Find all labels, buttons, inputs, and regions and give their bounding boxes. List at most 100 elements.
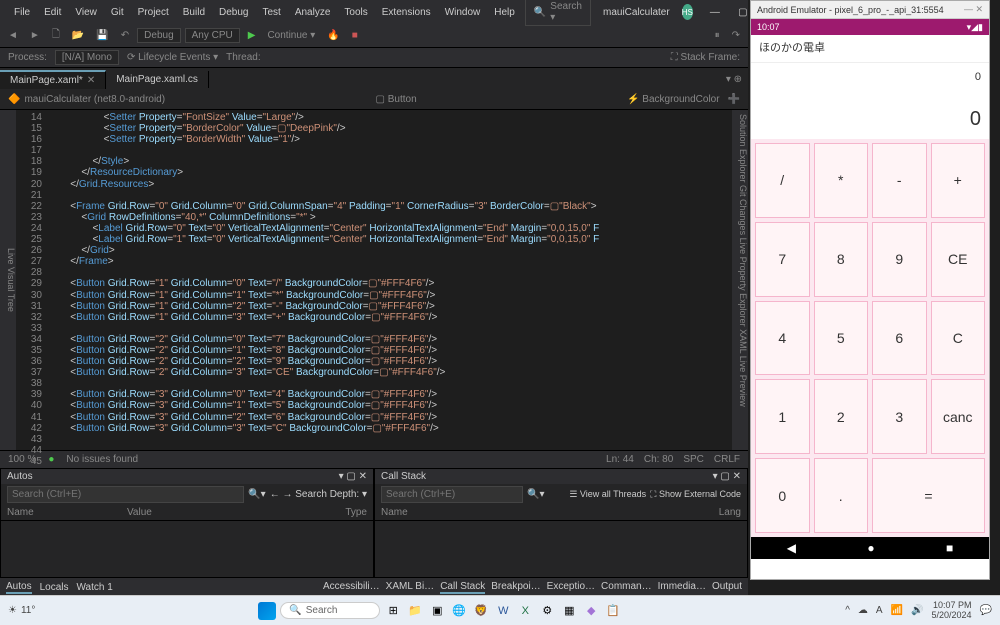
emulator-close-icon[interactable]: — ✕	[964, 4, 983, 15]
notification-icon[interactable]: 💬	[980, 605, 992, 616]
tab-mainpage-cs[interactable]: MainPage.xaml.cs	[106, 71, 209, 88]
lifecycle-dropdown[interactable]: ⟳ Lifecycle Events ▾	[127, 52, 218, 63]
calc-btn-8[interactable]: 8	[814, 222, 869, 297]
tab-locals[interactable]: Locals	[40, 582, 69, 593]
right-tool-tabs[interactable]: Solution Explorer Git Changes Live Prope…	[732, 110, 748, 450]
search-box[interactable]: 🔍 Search ▾	[525, 0, 591, 26]
continue-button[interactable]: Continue ▾	[263, 28, 319, 43]
brave-icon[interactable]: 🦁	[472, 602, 490, 620]
breadcrumb-project[interactable]: 🔶 mauiCalculater (net8.0-android)	[8, 94, 165, 105]
callstack-search[interactable]	[381, 486, 523, 503]
issues-icon[interactable]: ●	[48, 454, 54, 465]
calc-btn-3[interactable]: 3	[872, 379, 927, 454]
menu-help[interactable]: Help	[488, 4, 521, 21]
process-dropdown[interactable]: [N/A] Mono	[55, 50, 119, 65]
menu-build[interactable]: Build	[177, 4, 211, 21]
calc-btn-+[interactable]: +	[931, 143, 986, 218]
panel-controls[interactable]: ▾ ▢ ✕	[339, 471, 367, 482]
pause-icon[interactable]: ⏸	[711, 28, 724, 43]
calc-btn-C[interactable]: C	[931, 301, 986, 376]
menu-analyze[interactable]: Analyze	[289, 4, 337, 21]
app-icon-2[interactable]: 📋	[604, 602, 622, 620]
stop-icon[interactable]: ■	[348, 28, 362, 43]
config-dropdown[interactable]: Debug	[137, 28, 180, 43]
indent-mode[interactable]: SPC	[683, 454, 704, 465]
excel-icon[interactable]: X	[516, 602, 534, 620]
word-icon[interactable]: W	[494, 602, 512, 620]
menu-window[interactable]: Window	[439, 4, 487, 21]
new-icon[interactable]: 🗋	[48, 25, 64, 46]
chrome-icon[interactable]: 🌐	[450, 602, 468, 620]
add-icon[interactable]: ➕	[728, 94, 740, 105]
language-icon[interactable]: A	[876, 605, 883, 616]
menu-test[interactable]: Test	[256, 4, 286, 21]
menu-extensions[interactable]: Extensions	[376, 4, 437, 21]
calc-btn--[interactable]: -	[872, 143, 927, 218]
weather-widget[interactable]: ☀ 11°	[8, 605, 35, 616]
nav-forward[interactable]: ►	[26, 28, 44, 43]
platform-dropdown[interactable]: Any CPU	[185, 28, 240, 43]
calc-btn-canc[interactable]: canc	[931, 379, 986, 454]
menu-debug[interactable]: Debug	[213, 4, 254, 21]
wifi-icon[interactable]: 📶	[891, 605, 903, 616]
tab-mainpage-xaml[interactable]: MainPage.xaml*✕	[0, 70, 106, 89]
task-view-icon[interactable]: ⊞	[384, 602, 402, 620]
app-icon[interactable]: ▦	[560, 602, 578, 620]
open-icon[interactable]: 📂	[68, 28, 88, 43]
calc-btn-.[interactable]: .	[814, 458, 869, 533]
menu-git[interactable]: Git	[105, 4, 130, 21]
terminal-icon[interactable]: ▣	[428, 602, 446, 620]
nav-recent-icon[interactable]: ■	[946, 541, 953, 555]
tab-breakpoints[interactable]: Breakpoi…	[491, 581, 540, 594]
hot-reload-icon[interactable]: 🔥	[323, 28, 343, 43]
calc-btn-5[interactable]: 5	[814, 301, 869, 376]
calc-btn-2[interactable]: 2	[814, 379, 869, 454]
tab-exceptions[interactable]: Exceptio…	[547, 581, 595, 594]
panel-controls[interactable]: ▾ ▢ ✕	[713, 471, 741, 482]
volume-icon[interactable]: 🔊	[911, 605, 923, 616]
calc-btn-0[interactable]: 0	[755, 458, 810, 533]
calc-btn-1[interactable]: 1	[755, 379, 810, 454]
system-tray[interactable]: ^ ☁ A 📶 🔊 10:07 PM5/20/2024 💬	[845, 601, 992, 621]
close-tab-icon[interactable]: ✕	[87, 75, 95, 86]
tab-watch[interactable]: Watch 1	[76, 582, 112, 593]
nav-back[interactable]: ◄	[4, 28, 22, 43]
calc-btn-equals[interactable]: =	[872, 458, 985, 533]
tab-autos[interactable]: Autos	[6, 581, 32, 594]
step-icon[interactable]: ↷	[728, 28, 744, 43]
nav-home-icon[interactable]: ●	[867, 541, 874, 555]
menu-view[interactable]: View	[69, 4, 103, 21]
show-external[interactable]: ⛶ Show External Code	[650, 489, 741, 500]
tab-output[interactable]: Output	[712, 581, 742, 594]
taskbar-search[interactable]: 🔍 Search	[280, 602, 380, 619]
calc-btn-6[interactable]: 6	[872, 301, 927, 376]
calc-btn-7[interactable]: 7	[755, 222, 810, 297]
code-editor[interactable]: Live Visual Tree 14151617181920212223242…	[0, 110, 748, 450]
nav-back-icon[interactable]: ◀	[787, 541, 796, 555]
tab-callstack[interactable]: Call Stack	[440, 581, 485, 594]
line-ending[interactable]: CRLF	[714, 454, 740, 465]
calc-btn-4[interactable]: 4	[755, 301, 810, 376]
autos-search[interactable]	[7, 486, 244, 503]
search-go-icon[interactable]: 🔍▾	[527, 489, 544, 500]
cloud-icon[interactable]: ☁	[858, 605, 868, 616]
left-tool-tabs[interactable]: Live Visual Tree	[0, 110, 16, 450]
calc-btn-/[interactable]: /	[755, 143, 810, 218]
undo-icon[interactable]: ↶	[117, 28, 133, 43]
tray-chevron-icon[interactable]: ^	[845, 605, 850, 616]
menu-tools[interactable]: Tools	[338, 4, 373, 21]
user-avatar[interactable]: HS	[682, 4, 693, 20]
search-go-icon[interactable]: 🔍▾	[248, 489, 265, 500]
view-all-threads[interactable]: ☰ View all Threads	[569, 489, 646, 500]
calc-btn-CE[interactable]: CE	[931, 222, 986, 297]
minimize-button[interactable]: —	[705, 7, 725, 18]
tab-accessibility[interactable]: Accessibili…	[323, 581, 380, 594]
tab-immediate[interactable]: Immedia…	[658, 581, 706, 594]
save-icon[interactable]: 💾	[92, 28, 112, 43]
tab-xamlbinding[interactable]: XAML Bi…	[386, 581, 435, 594]
explorer-icon[interactable]: 📁	[406, 602, 424, 620]
run-button[interactable]: ▶	[244, 28, 260, 43]
tab-overflow-icon[interactable]: ▾ ⊕	[720, 74, 748, 85]
breadcrumb-property[interactable]: ⚡ BackgroundColor	[627, 94, 720, 105]
settings-icon[interactable]: ⚙	[538, 602, 556, 620]
